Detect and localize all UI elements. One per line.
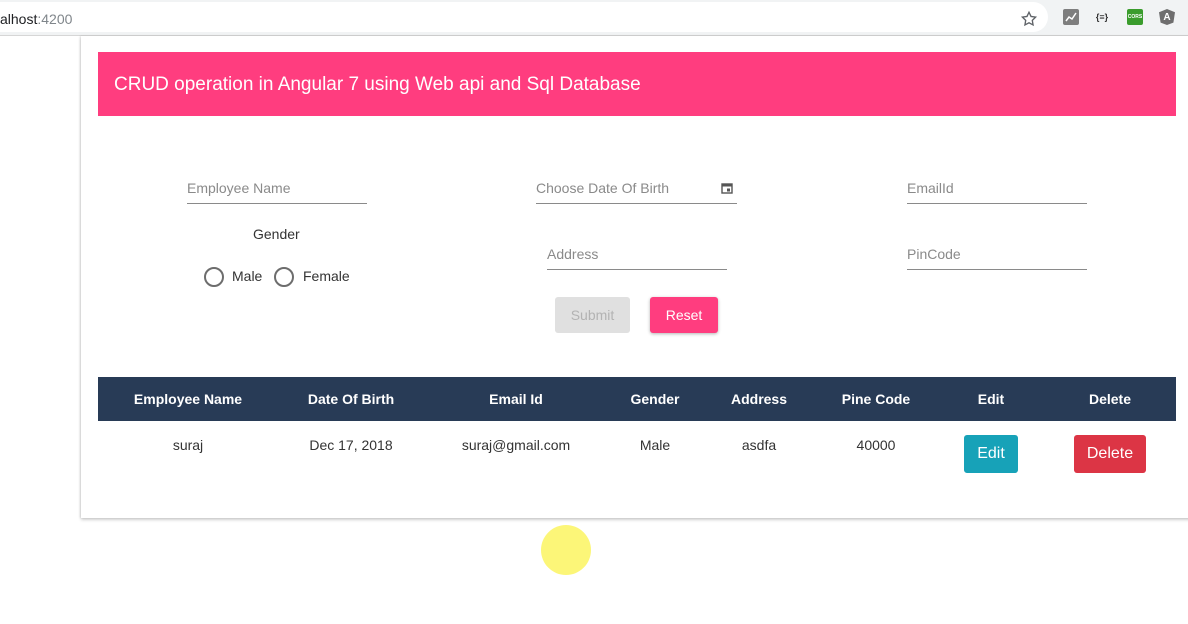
url-port: :4200 [37,11,73,27]
date-of-birth-placeholder: Choose Date Of Birth [536,180,670,196]
gender-male-label[interactable]: Male [232,268,262,284]
email-field[interactable]: EmailId [907,180,1087,204]
json-extension-icon[interactable]: {≡} [1094,9,1110,25]
page-title: CRUD operation in Angular 7 using Web ap… [114,74,641,95]
cell-employee-name: suraj [172,437,204,453]
date-of-birth-field[interactable]: Choose Date Of Birth [536,180,737,204]
cell-date-of-birth: Dec 17, 2018 [309,437,393,453]
cors-extension-icon[interactable]: CORS [1127,9,1143,25]
delete-button[interactable]: Delete [1074,435,1146,473]
col-header-delete: Delete [1088,391,1132,407]
col-header-email-id: Email Id [489,391,543,407]
submit-button[interactable]: Submit [555,297,630,333]
address-field[interactable]: Address [547,246,727,270]
url-text[interactable]: alhost:4200 [0,11,72,27]
bookmark-star-icon[interactable] [1020,10,1038,28]
url-host: alhost [0,11,38,27]
col-header-edit: Edit [977,391,1005,407]
gender-female-label[interactable]: Female [303,268,350,284]
cursor-highlight [541,525,591,575]
email-placeholder: EmailId [907,180,954,196]
reset-button[interactable]: Reset [650,297,718,333]
gender-female-radio[interactable] [274,267,294,287]
gender-male-radio[interactable] [204,267,224,287]
cell-address: asdfa [741,437,777,453]
page-header: CRUD operation in Angular 7 using Web ap… [98,52,1176,116]
table-header: Employee Name Date Of Birth Email Id Gen… [98,377,1176,421]
edit-button[interactable]: Edit [964,435,1018,473]
browser-toolbar: alhost:4200 {≡} CORS A [0,0,1188,36]
cell-email: suraj@gmail.com [461,437,571,453]
cell-pincode: 40000 [856,437,896,453]
col-header-date-of-birth: Date Of Birth [307,391,395,407]
address-placeholder: Address [547,246,599,262]
employee-name-placeholder: Employee Name [187,180,291,196]
employee-name-field[interactable]: Employee Name [187,180,367,204]
col-header-gender: Gender [630,391,680,407]
address-bar[interactable]: alhost:4200 [0,2,1048,32]
angular-extension-icon[interactable]: A [1159,9,1175,25]
col-header-pincode: Pine Code [841,391,911,407]
col-header-address: Address [730,391,788,407]
calendar-icon[interactable] [721,182,733,194]
pincode-placeholder: PinCode [907,246,961,262]
chart-extension-icon[interactable] [1063,9,1079,25]
gender-label: Gender [253,226,300,242]
cell-gender: Male [639,437,671,453]
col-header-employee-name: Employee Name [133,391,243,407]
pincode-field[interactable]: PinCode [907,246,1087,270]
